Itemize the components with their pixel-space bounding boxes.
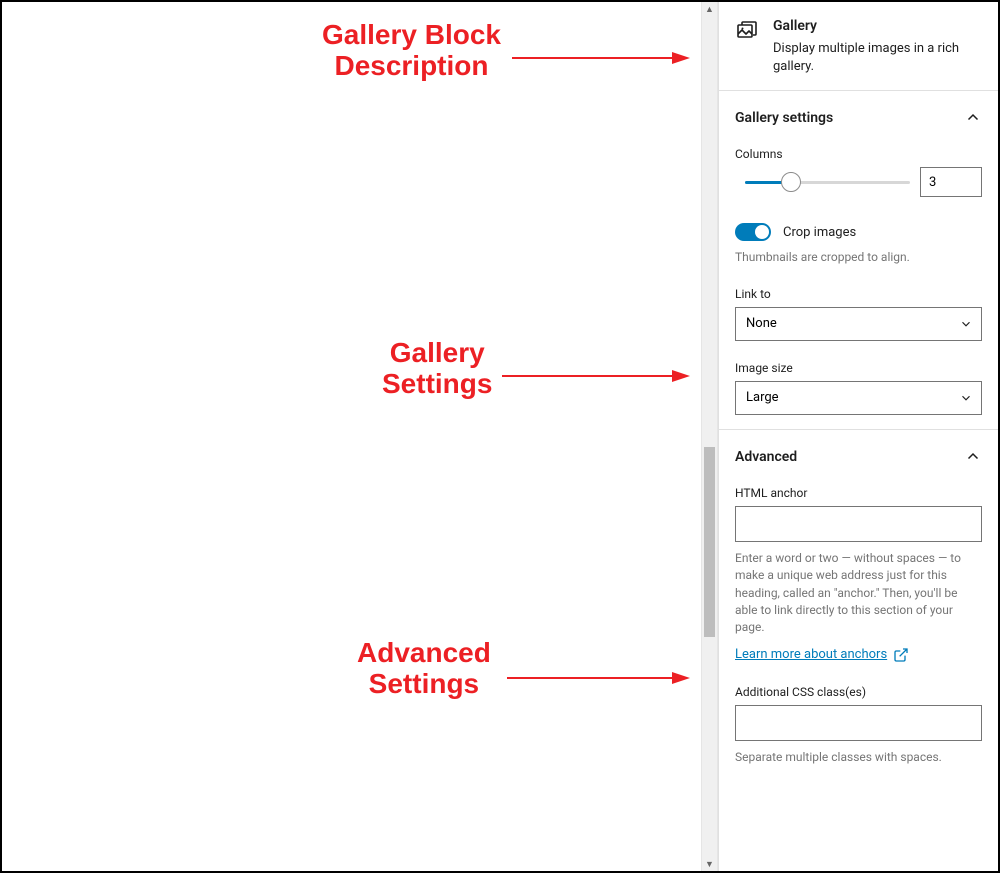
external-link-icon <box>893 647 909 663</box>
annotation-block-description: Gallery Block Description <box>322 20 501 82</box>
link-to-select[interactable]: None <box>735 307 982 341</box>
html-anchor-help: Enter a word or two — without spaces — t… <box>735 550 982 637</box>
editor-canvas: Gallery Block Description Gallery Settin… <box>2 2 701 871</box>
gallery-icon <box>735 18 759 42</box>
annotation-arrow-advanced <box>507 672 692 684</box>
annotation-arrow-desc <box>512 52 692 64</box>
learn-more-anchors-text: Learn more about anchors <box>735 647 887 662</box>
html-anchor-input[interactable] <box>735 506 982 542</box>
app-frame: Gallery Block Description Gallery Settin… <box>0 0 1000 873</box>
block-title: Gallery <box>773 18 982 34</box>
block-description: Gallery Display multiple images in a ric… <box>719 2 998 91</box>
slider-thumb-icon[interactable] <box>781 172 801 192</box>
panel-advanced-title: Advanced <box>735 449 797 465</box>
additional-css-input[interactable] <box>735 705 982 741</box>
annotation-arrow-settings <box>502 370 692 382</box>
panel-gallery-settings: Gallery settings Columns <box>719 91 998 429</box>
additional-css-help: Separate multiple classes with spaces. <box>735 749 982 766</box>
image-size-label: Image size <box>735 361 982 375</box>
panel-advanced-toggle[interactable]: Advanced <box>719 430 998 474</box>
vertical-scrollbar[interactable]: ▲ ▼ <box>701 2 718 871</box>
scroll-thumb[interactable] <box>704 447 715 637</box>
panel-advanced: Advanced HTML anchor Enter a word or two… <box>719 430 998 780</box>
chevron-up-icon <box>964 109 982 127</box>
scroll-down-icon[interactable]: ▼ <box>702 857 717 871</box>
chevron-up-icon <box>964 448 982 466</box>
crop-helper-text: Thumbnails are cropped to align. <box>735 249 982 266</box>
learn-more-anchors-link[interactable]: Learn more about anchors <box>735 647 909 663</box>
annotation-advanced-settings: Advanced Settings <box>357 638 491 700</box>
html-anchor-label: HTML anchor <box>735 486 982 500</box>
panel-gallery-settings-toggle[interactable]: Gallery settings <box>719 91 998 135</box>
panel-gallery-settings-title: Gallery settings <box>735 110 833 126</box>
crop-images-label: Crop images <box>783 225 856 240</box>
link-to-label: Link to <box>735 287 982 301</box>
columns-slider[interactable] <box>735 172 910 192</box>
annotation-gallery-settings: Gallery Settings <box>382 338 492 400</box>
columns-input[interactable] <box>920 167 982 197</box>
block-sidebar: Gallery Display multiple images in a ric… <box>718 2 998 871</box>
additional-css-label: Additional CSS class(es) <box>735 685 982 699</box>
image-size-select[interactable]: Large <box>735 381 982 415</box>
block-subtitle: Display multiple images in a rich galler… <box>773 40 982 76</box>
crop-images-toggle[interactable] <box>735 223 771 241</box>
scroll-up-icon[interactable]: ▲ <box>702 2 717 16</box>
toggle-knob-icon <box>755 225 769 239</box>
columns-label: Columns <box>735 147 982 161</box>
